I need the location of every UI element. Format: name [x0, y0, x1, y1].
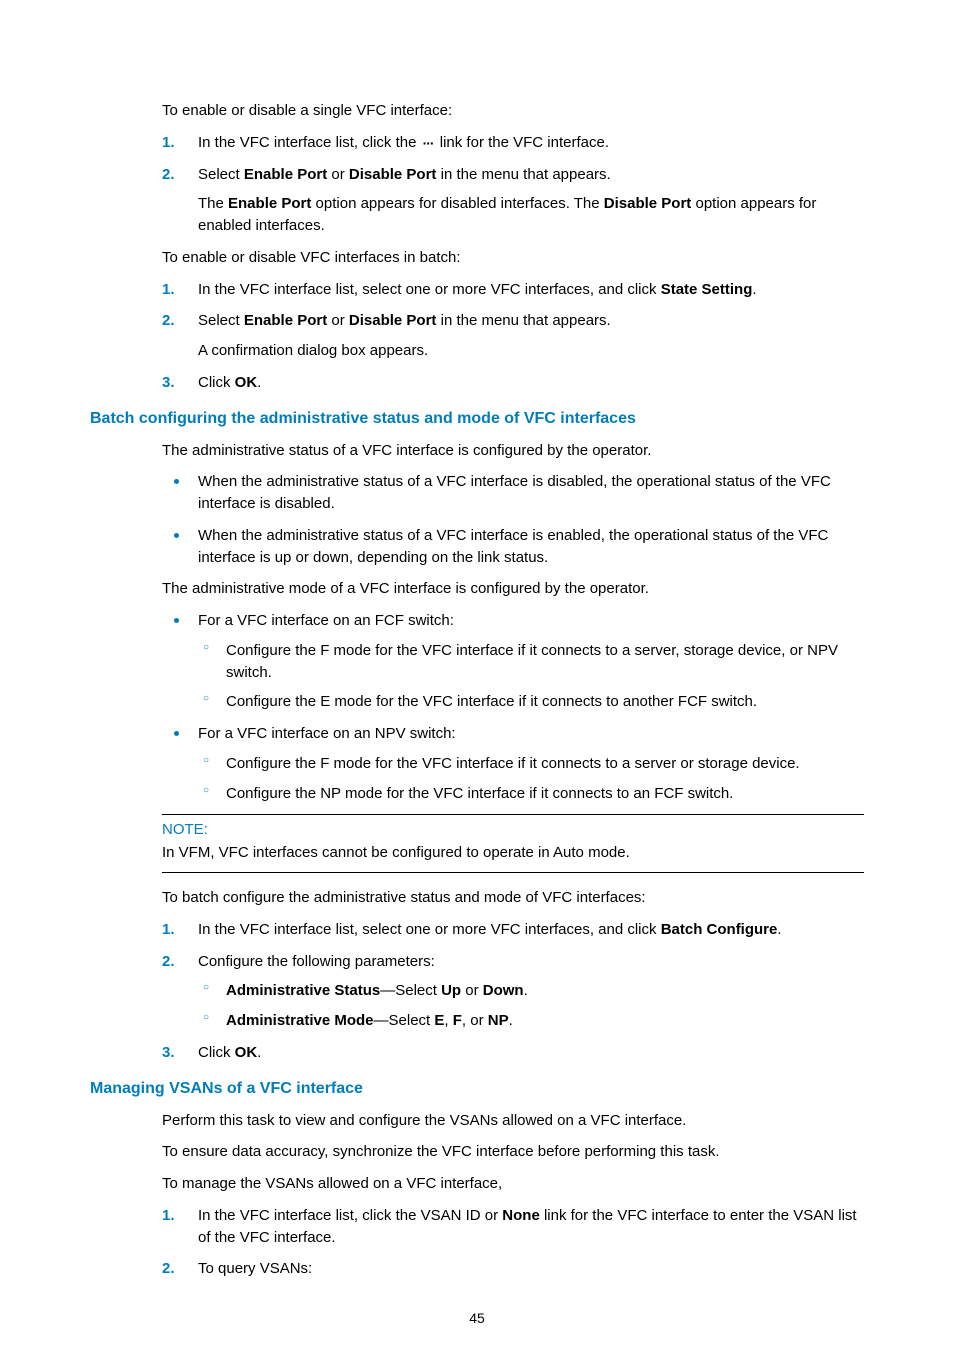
paragraph: The administrative status of a VFC inter…	[162, 440, 864, 462]
sub-list-item: Configure the E mode for the VFC interfa…	[198, 691, 864, 713]
section-heading: Managing VSANs of a VFC interface	[90, 1080, 864, 1098]
list-item: In the VFC interface list, click the VSA…	[162, 1205, 864, 1249]
page-container: To enable or disable a single VFC interf…	[0, 0, 954, 1366]
text-bold: F	[453, 1012, 462, 1029]
text: Click	[198, 374, 235, 391]
text-bold: Enable Port	[244, 312, 327, 329]
list-item: When the administrative status of a VFC …	[162, 525, 864, 569]
list-item: For a VFC interface on an NPV switch: Co…	[162, 723, 864, 804]
text: Configure the following parameters:	[198, 953, 435, 970]
list-item: Select Enable Port or Disable Port in th…	[162, 310, 864, 362]
text: .	[257, 374, 261, 391]
text: or	[327, 166, 349, 183]
note-text: In VFM, VFC interfaces cannot be configu…	[162, 842, 864, 864]
list-item: In the VFC interface list, select one or…	[162, 279, 864, 301]
text-bold: Disable Port	[349, 166, 437, 183]
paragraph: To enable or disable VFC interfaces in b…	[162, 247, 864, 269]
list-item: In the VFC interface list, select one or…	[162, 919, 864, 941]
paragraph: To manage the VSANs allowed on a VFC int…	[162, 1173, 864, 1195]
sub-list-item: Configure the F mode for the VFC interfa…	[198, 640, 864, 684]
text: .	[257, 1044, 261, 1061]
text-bold: OK	[235, 374, 258, 391]
note-label: NOTE:	[162, 821, 864, 838]
text: In the VFC interface list, click the	[198, 134, 421, 151]
paragraph: The administrative mode of a VFC interfa…	[162, 578, 864, 600]
list-item: Click OK.	[162, 1042, 864, 1064]
ordered-list: In the VFC interface list, select one or…	[162, 919, 864, 1064]
ordered-list: In the VFC interface list, click the VSA…	[162, 1205, 864, 1280]
paragraph: To ensure data accuracy, synchronize the…	[162, 1141, 864, 1163]
text: For a VFC interface on an FCF switch:	[198, 612, 454, 629]
text: .	[509, 1012, 513, 1029]
sub-list-item: Administrative Status—Select Up or Down.	[198, 980, 864, 1002]
text: in the menu that appears.	[436, 166, 610, 183]
more-dots-icon: ···	[421, 133, 436, 153]
step-note: A confirmation dialog box appears.	[198, 340, 864, 362]
sub-list-item: Administrative Mode—Select E, F, or NP.	[198, 1010, 864, 1032]
text: Select	[198, 166, 244, 183]
list-item: When the administrative status of a VFC …	[162, 471, 864, 515]
text: Click	[198, 1044, 235, 1061]
ordered-list: In the VFC interface list, click the ···…	[162, 132, 864, 237]
text-bold: Administrative Status	[226, 982, 380, 999]
paragraph: Perform this task to view and configure …	[162, 1110, 864, 1132]
sub-list: Administrative Status—Select Up or Down.…	[198, 980, 864, 1032]
list-item: Click OK.	[162, 372, 864, 394]
text: option appears for disabled interfaces. …	[311, 195, 603, 212]
sub-list-item: Configure the NP mode for the VFC interf…	[198, 783, 864, 805]
text: .	[524, 982, 528, 999]
text: In the VFC interface list, click the VSA…	[198, 1207, 502, 1224]
text: In the VFC interface list, select one or…	[198, 281, 661, 298]
text-bold: Up	[441, 982, 461, 999]
text-bold: None	[502, 1207, 540, 1224]
text-bold: OK	[235, 1044, 258, 1061]
text: The	[198, 195, 228, 212]
text: .	[777, 921, 781, 938]
text: in the menu that appears.	[436, 312, 610, 329]
sub-list-item: Configure the F mode for the VFC interfa…	[198, 753, 864, 775]
text-bold: NP	[488, 1012, 509, 1029]
sub-list: Configure the F mode for the VFC interfa…	[198, 753, 864, 805]
text: For a VFC interface on an NPV switch:	[198, 725, 456, 742]
list-item: Select Enable Port or Disable Port in th…	[162, 164, 864, 237]
text: link for the VFC interface.	[436, 134, 609, 151]
text: , or	[462, 1012, 488, 1029]
text: In the VFC interface list, select one or…	[198, 921, 661, 938]
paragraph: To batch configure the administrative st…	[162, 887, 864, 909]
text-bold: State Setting	[661, 281, 753, 298]
text-bold: Enable Port	[228, 195, 311, 212]
text: or	[461, 982, 483, 999]
paragraph: To enable or disable a single VFC interf…	[162, 100, 864, 122]
text: —Select	[374, 1012, 435, 1029]
note-box: NOTE: In VFM, VFC interfaces cannot be c…	[162, 814, 864, 873]
text: ,	[444, 1012, 452, 1029]
sub-list: Configure the F mode for the VFC interfa…	[198, 640, 864, 713]
list-item: To query VSANs:	[162, 1258, 864, 1280]
text: Select	[198, 312, 244, 329]
text-bold: E	[434, 1012, 444, 1029]
text-bold: Enable Port	[244, 166, 327, 183]
unordered-list: For a VFC interface on an FCF switch: Co…	[162, 610, 864, 804]
list-item: For a VFC interface on an FCF switch: Co…	[162, 610, 864, 713]
text-bold: Down	[483, 982, 524, 999]
unordered-list: When the administrative status of a VFC …	[162, 471, 864, 568]
text: .	[752, 281, 756, 298]
step-note: The Enable Port option appears for disab…	[198, 193, 864, 237]
text: —Select	[380, 982, 441, 999]
text-bold: Batch Configure	[661, 921, 778, 938]
ordered-list: In the VFC interface list, select one or…	[162, 279, 864, 394]
section-heading: Batch configuring the administrative sta…	[90, 410, 864, 428]
text: or	[327, 312, 349, 329]
list-item: In the VFC interface list, click the ···…	[162, 132, 864, 154]
page-number: 45	[90, 1310, 864, 1326]
text-bold: Administrative Mode	[226, 1012, 374, 1029]
text-bold: Disable Port	[604, 195, 692, 212]
text-bold: Disable Port	[349, 312, 437, 329]
list-item: Configure the following parameters: Admi…	[162, 951, 864, 1032]
